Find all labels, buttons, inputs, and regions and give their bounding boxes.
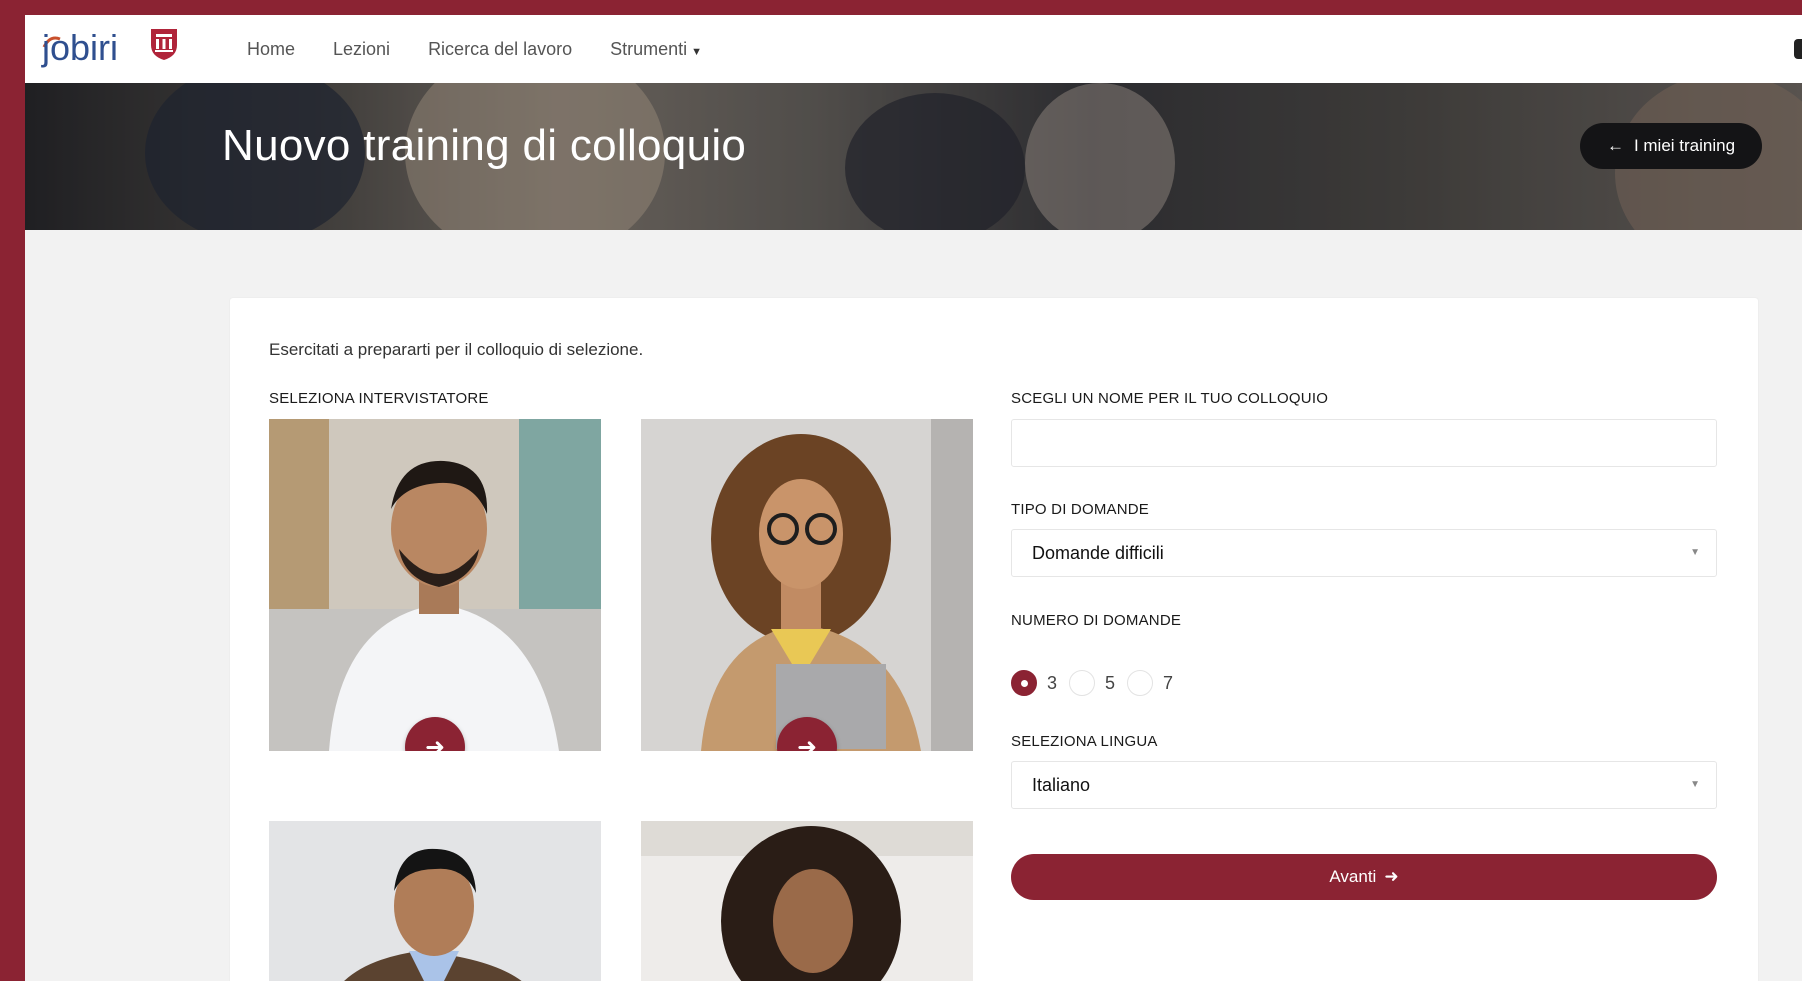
caret-down-icon: ▼ (691, 45, 703, 58)
question-type-select[interactable]: Domande difficili ▼ (1011, 529, 1717, 577)
caret-down-icon: ▼ (1690, 779, 1700, 790)
university-crest-icon (148, 25, 180, 61)
top-navbar: jobiri Home Lezioni Ricerca del lavoro S… (25, 15, 1802, 83)
question-count-option-5: 5 (1105, 672, 1116, 693)
interviewer-label: SELEZIONA INTERVISTATORE (269, 390, 489, 407)
user-menu-icon[interactable] (1794, 39, 1802, 59)
interviewer-card-3[interactable] (269, 821, 601, 981)
next-button-label: Avanti (1329, 867, 1377, 886)
hero-banner: Nuovo training di colloquio ← I miei tra… (25, 83, 1802, 230)
question-count-radio-5[interactable] (1069, 670, 1096, 696)
main-nav: Home Lezioni Ricerca del lavoro Strument… (247, 15, 740, 83)
svg-text:jobiri: jobiri (41, 27, 118, 68)
language-value: Italiano (1032, 774, 1091, 795)
interviewer-photo-3 (269, 821, 601, 981)
caret-down-icon: ▼ (1690, 547, 1700, 558)
my-trainings-button[interactable]: ← I miei training (1580, 123, 1762, 169)
interviewer-photo-1 (269, 419, 601, 751)
arrow-right-icon: ➜ (424, 733, 446, 752)
logo-mark-icon: jobiri (41, 27, 118, 68)
interviewer-photo-4 (641, 821, 973, 981)
question-count-radio-7[interactable] (1127, 670, 1154, 696)
arrow-right-icon: ➜ (796, 733, 818, 752)
question-count-radio-3[interactable] (1011, 670, 1037, 696)
app-window: jobiri Home Lezioni Ricerca del lavoro S… (25, 15, 1802, 981)
language-label: SELEZIONA LINGUA (1011, 733, 1158, 750)
arrow-left-icon: ← (1606, 136, 1624, 155)
interviewer-card-4[interactable] (641, 821, 973, 981)
question-count-option-3: 3 (1047, 672, 1058, 693)
interviewer-card-1[interactable]: ➜ (269, 419, 601, 751)
page-title: Nuovo training di colloquio (222, 121, 747, 170)
nav-strumenti[interactable]: Strumenti ▼ (610, 39, 702, 60)
intro-text: Esercitati a prepararti per il colloquio… (269, 340, 644, 359)
nav-home[interactable]: Home (247, 39, 295, 60)
interviewer-card-2[interactable]: ➜ (641, 419, 973, 751)
question-count-option-7: 7 (1163, 672, 1174, 693)
language-select[interactable]: Italiano ▼ (1011, 761, 1717, 809)
jobiri-logo[interactable]: jobiri (38, 23, 150, 75)
arrow-right-icon: ➜ (1384, 867, 1399, 886)
nav-lezioni[interactable]: Lezioni (333, 39, 390, 60)
interviewer-photo-2 (641, 419, 973, 751)
question-type-label: TIPO DI DOMANDE (1011, 501, 1150, 518)
my-trainings-label: I miei training (1633, 136, 1736, 155)
interview-name-input[interactable] (1011, 419, 1717, 467)
question-type-value: Domande difficili (1032, 542, 1164, 563)
training-form-card: Esercitati a prepararti per il colloquio… (230, 298, 1758, 981)
question-count-radio-group: 3 5 7 (1011, 668, 1185, 698)
next-button[interactable]: Avanti ➜ (1011, 854, 1717, 900)
nav-strumenti-label: Strumenti (610, 38, 688, 59)
question-count-label: NUMERO DI DOMANDE (1011, 612, 1182, 629)
nav-ricerca-lavoro[interactable]: Ricerca del lavoro (428, 39, 572, 60)
name-label: SCEGLI UN NOME PER IL TUO COLLOQUIO (1011, 390, 1329, 407)
